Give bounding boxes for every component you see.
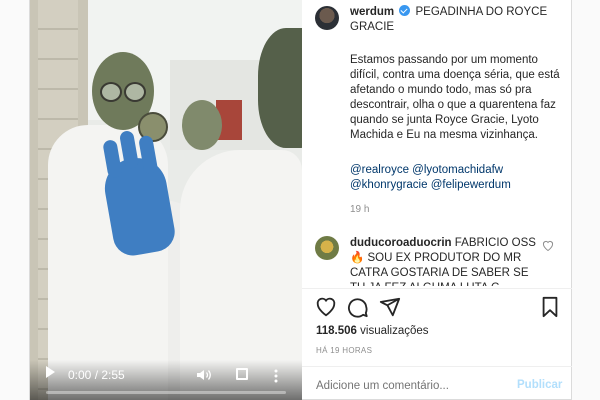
avatar[interactable]: [315, 6, 339, 30]
post-caption: Estamos passando por um momento difícil,…: [350, 54, 560, 141]
more-options-icon[interactable]: [274, 369, 280, 383]
post-modal: 0:00 / 2:55 werdum PEGADINHA DO ROYCE GR…: [29, 0, 572, 400]
comment-like-icon[interactable]: [542, 240, 556, 252]
heart-icon[interactable]: [315, 296, 337, 318]
views-count[interactable]: 118.506 visualizações: [316, 325, 429, 337]
post-header: werdum PEGADINHA DO ROYCE GRACIE: [350, 5, 560, 35]
gas-mask: [182, 100, 222, 150]
post-username[interactable]: werdum: [350, 6, 394, 18]
divider: [302, 288, 572, 289]
play-icon[interactable]: [46, 366, 55, 378]
commenter-avatar[interactable]: [315, 236, 339, 260]
volume-icon[interactable]: [196, 368, 212, 382]
comment-input[interactable]: [316, 380, 506, 392]
divider: [302, 366, 572, 367]
video-progress-bar[interactable]: [46, 391, 286, 394]
views-label: visualizações: [360, 325, 429, 337]
verified-badge-icon: [399, 5, 411, 16]
comment-icon[interactable]: [347, 296, 369, 318]
fullscreen-icon[interactable]: [236, 368, 248, 380]
post-tags: @realroyce @lyotomachidafw @khonrygracie…: [350, 163, 560, 193]
comment-username[interactable]: duducoroaduocrin: [350, 237, 452, 249]
post-age: 19 h: [350, 204, 370, 215]
gas-mask: [258, 28, 302, 148]
tags-line[interactable]: @realroyce @lyotomachidafw: [350, 163, 560, 178]
comment: duducoroaduocrin FABRICIO OSS 🔥 SOU EX P…: [350, 236, 542, 286]
video-time: 0:00 / 2:55: [68, 368, 125, 382]
post-sidebar: werdum PEGADINHA DO ROYCE GRACIE Estamos…: [302, 0, 572, 400]
views-number: 118.506: [316, 325, 357, 337]
video-player[interactable]: 0:00 / 2:55: [30, 0, 302, 400]
tags-line[interactable]: @khonrygracie @felipewerdum: [350, 178, 560, 193]
bookmark-icon[interactable]: [539, 296, 561, 318]
publish-button[interactable]: Publicar: [517, 379, 562, 391]
posted-time: HÁ 19 HORAS: [316, 346, 373, 355]
send-icon[interactable]: [379, 296, 401, 318]
